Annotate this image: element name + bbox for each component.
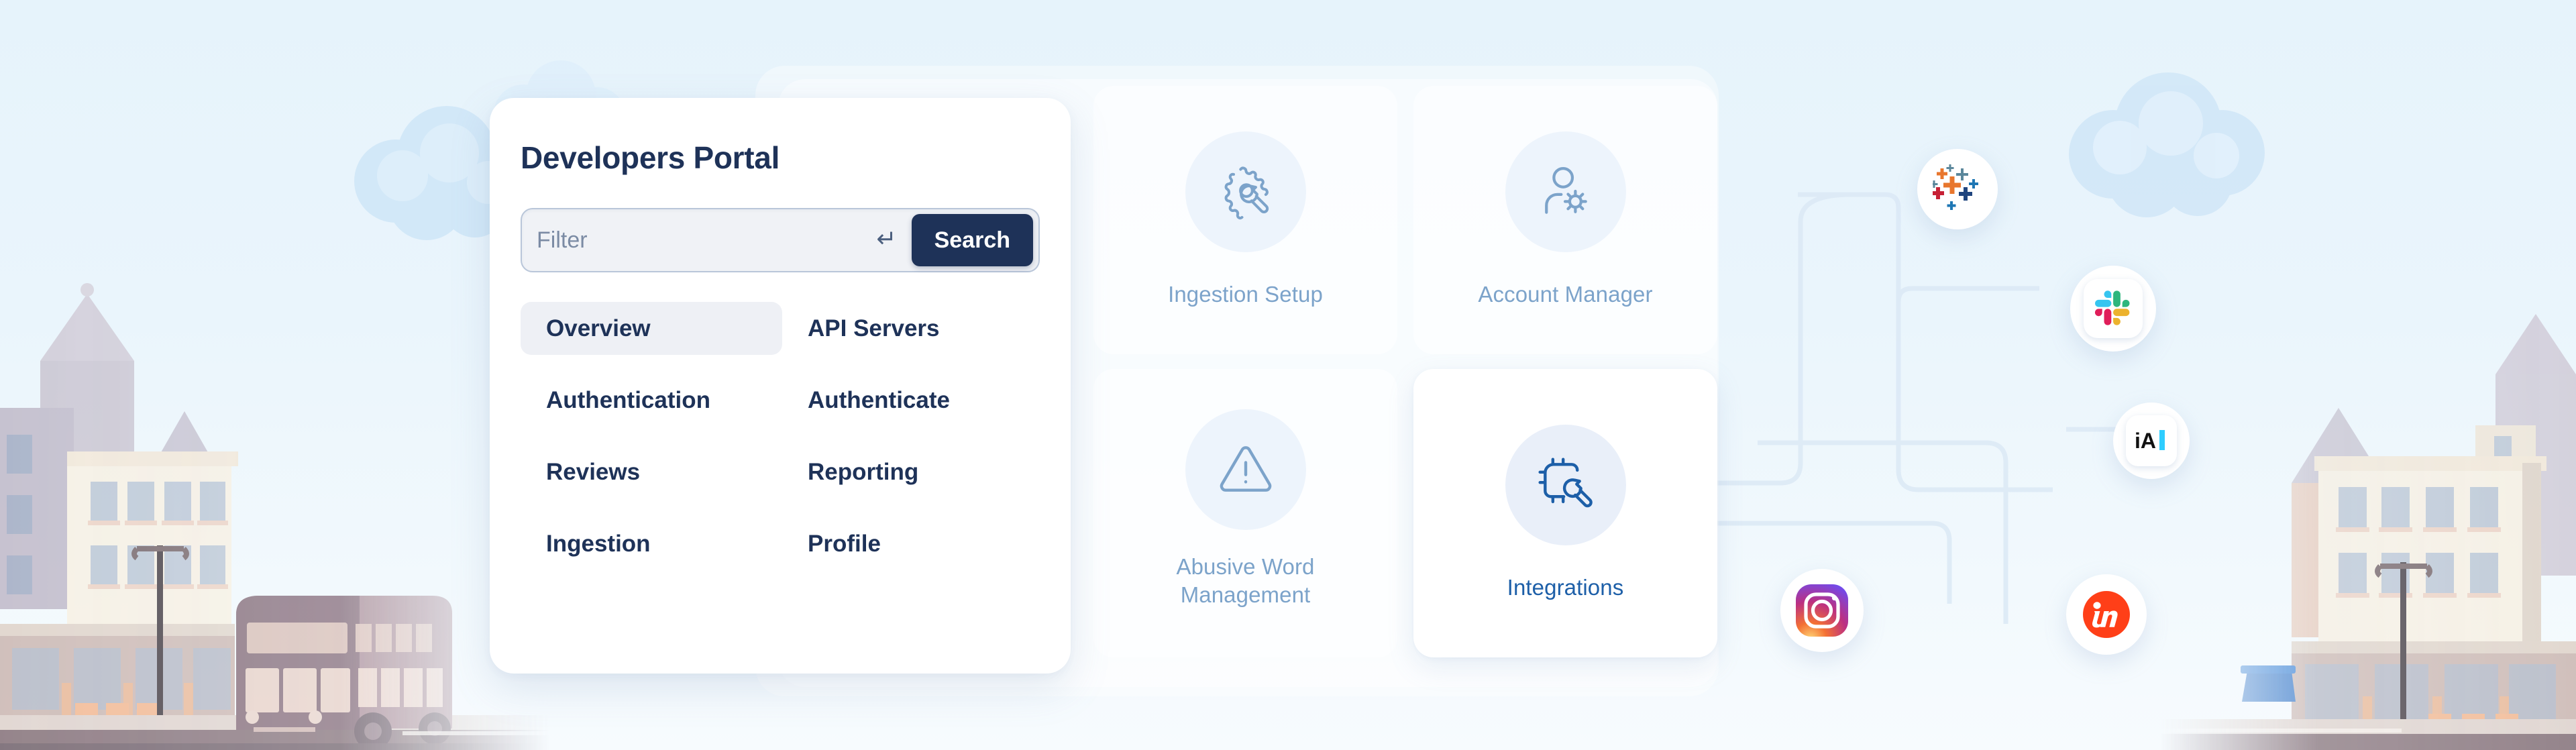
tile-label: Abusive Word Management: [1176, 553, 1315, 607]
invision-logo: [2083, 591, 2130, 638]
chip-wrench-icon: [1505, 424, 1626, 545]
tile-ingestion-setup[interactable]: Ingestion Setup: [1093, 86, 1397, 354]
screenshot-root: Ingestion Setup Account Manager Abusive …: [0, 0, 2576, 750]
svg-text:iA: iA: [2135, 429, 2156, 453]
tableau-logo: [1933, 164, 1978, 210]
tableau-logo-badge[interactable]: [1917, 149, 1998, 229]
ia-writer-logo-badge[interactable]: iA: [2113, 403, 2190, 479]
developers-portal-card: Developers Portal ↵ Search Overview API …: [490, 98, 1071, 674]
tile-abusive-word-management[interactable]: Abusive Word Management: [1093, 369, 1397, 657]
tile-label: Integrations: [1507, 574, 1624, 600]
tile-integrations[interactable]: Integrations: [1413, 369, 1717, 657]
ia-writer-logo: iA: [2135, 429, 2165, 453]
slack-logo: [2094, 290, 2130, 325]
user-gear-icon: [1505, 131, 1626, 252]
tile-label: Account Manager: [1478, 281, 1653, 307]
enter-return-icon: ↵: [876, 225, 897, 252]
search-bar: ↵ Search: [521, 208, 1040, 272]
feature-tile-grid: Ingestion Setup Account Manager Abusive …: [1093, 86, 1717, 690]
search-button[interactable]: Search: [911, 214, 1033, 266]
nav-item-reporting[interactable]: Reporting: [782, 445, 1040, 498]
slack-logo-badge[interactable]: [2070, 266, 2156, 352]
tile-label: Ingestion Setup: [1168, 281, 1323, 307]
recycling-bin-icon: [2241, 665, 2296, 702]
gear-wrench-icon: [1185, 131, 1306, 252]
right-city-illustration: [2160, 314, 2576, 750]
instagram-logo: [1796, 584, 1848, 637]
nav-item-reviews[interactable]: Reviews: [521, 445, 782, 498]
nav-item-profile[interactable]: Profile: [782, 517, 1040, 570]
page-title: Developers Portal: [521, 140, 780, 175]
tile-account-manager[interactable]: Account Manager: [1413, 86, 1717, 354]
invision-logo-badge[interactable]: [2066, 574, 2147, 655]
nav-item-overview[interactable]: Overview: [521, 302, 782, 355]
nav-item-ingestion[interactable]: Ingestion: [521, 517, 782, 570]
nav-item-authentication[interactable]: Authentication: [521, 374, 782, 427]
warning-triangle-icon: [1185, 409, 1306, 530]
nav-item-authenticate[interactable]: Authenticate: [782, 374, 1040, 427]
instagram-logo-badge[interactable]: [1780, 569, 1864, 652]
nav-item-api-servers[interactable]: API Servers: [782, 302, 1040, 355]
portal-nav-grid: Overview API Servers Authentication Auth…: [521, 302, 1040, 570]
filter-input[interactable]: [537, 227, 870, 254]
cloud-right-icon: [2069, 72, 2265, 217]
left-city-illustration: [0, 283, 550, 750]
